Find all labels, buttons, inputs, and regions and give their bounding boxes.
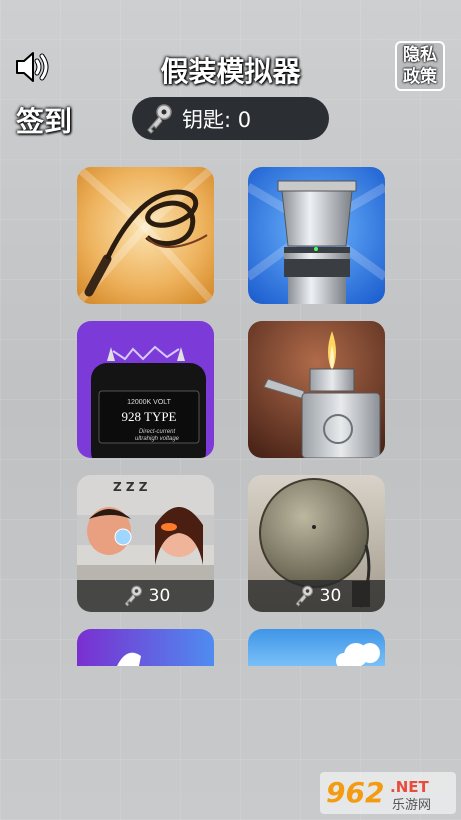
item-bell[interactable]: 30 (248, 475, 385, 612)
stun-label-volt: 12000K VOLT (127, 399, 172, 406)
privacy-policy-button[interactable]: 隐私政策 (395, 41, 445, 91)
watermark-brand: 962 (326, 776, 384, 809)
stun-label-uhv: ultrahigh voltage (135, 436, 180, 442)
key-icon (147, 103, 172, 134)
cost-label: 30 (148, 586, 171, 606)
watermark-suffix: .NET (390, 778, 429, 796)
item-sky-card[interactable] (248, 629, 385, 666)
item-hair-clipper[interactable] (248, 167, 385, 304)
item-lighter[interactable] (248, 321, 385, 458)
stun-label-dc: Direct-current (139, 429, 176, 435)
item-stun-gun[interactable]: 12000K VOLT 928 TYPE Direct-current ultr… (77, 321, 214, 458)
key-icon (124, 585, 142, 607)
lock-cost-bar: 30 (248, 580, 385, 612)
lock-cost-bar: 30 (77, 580, 214, 612)
key-icon (295, 585, 313, 607)
zzz-text: Z Z Z (113, 480, 148, 494)
key-count-label: 钥匙: 0 (182, 107, 252, 132)
key-counter: 钥匙: 0 (132, 97, 329, 140)
item-whip[interactable] (77, 167, 214, 304)
item-purple-card[interactable] (77, 629, 214, 666)
item-snoring-couple[interactable]: Z Z Z 30 (77, 475, 214, 612)
watermark-sub: 乐游网 (392, 798, 431, 813)
cost-label: 30 (319, 586, 342, 606)
page-title: 假装模拟器 (160, 55, 301, 88)
watermark-logo: 962 .NET 乐游网 (318, 770, 458, 816)
stun-label-type: 928 TYPE (121, 409, 176, 424)
signin-button[interactable]: 签到 (16, 100, 72, 140)
